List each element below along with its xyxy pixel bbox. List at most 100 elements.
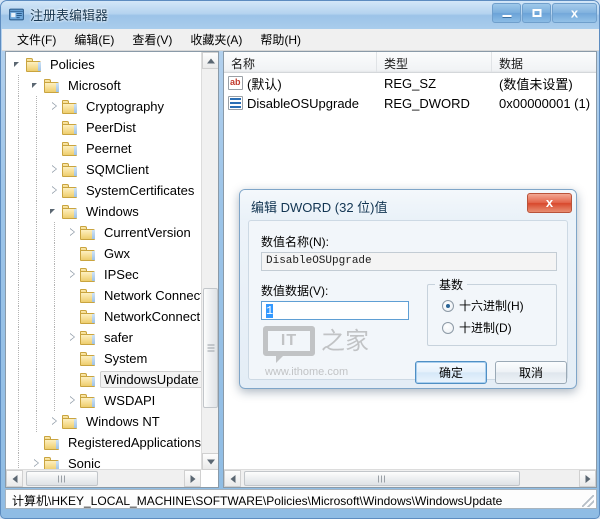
expand-arrow-icon[interactable] <box>66 331 79 344</box>
folder-icon <box>62 99 78 114</box>
tree-item-ipsec[interactable]: IPSec <box>6 264 201 285</box>
tree-guide-line <box>18 180 19 201</box>
tree-scroll-down-button[interactable] <box>202 453 218 470</box>
tree-item-windows[interactable]: Windows <box>6 201 201 222</box>
tree-item-label: Windows NT <box>86 414 160 429</box>
tree-item-network-connecti[interactable]: Network Connecti <box>6 285 201 306</box>
tree-guide-line <box>54 327 55 348</box>
expand-arrow-icon[interactable] <box>48 163 61 176</box>
list-hscroll-right-button[interactable] <box>579 470 596 487</box>
tree-guide-line <box>36 327 37 348</box>
tree-guide-line <box>18 117 19 138</box>
tree-guide-line <box>36 243 37 264</box>
tree-scroll-thumb[interactable] <box>203 288 218 408</box>
tree-guide-line <box>54 243 55 264</box>
table-row[interactable]: (默认) REG_SZ (数值未设置) <box>224 73 596 93</box>
menu-help[interactable]: 帮助(H) <box>251 29 310 50</box>
radio-hexadecimal[interactable]: 十六进制(H) <box>442 297 524 314</box>
menu-edit[interactable]: 编辑(E) <box>65 29 123 50</box>
tree-item-system[interactable]: System <box>6 348 201 369</box>
value-name-input[interactable]: DisableOSUpgrade <box>261 252 557 271</box>
expand-arrow-icon[interactable] <box>66 226 79 239</box>
tree-guide-line <box>18 243 19 264</box>
minimize-button[interactable] <box>492 3 521 23</box>
tree-item-peerdist[interactable]: PeerDist <box>6 117 201 138</box>
tree-guide-line <box>36 285 37 306</box>
list-hscroll-thumb[interactable] <box>244 471 520 486</box>
tree-item-wsdapi[interactable]: WSDAPI <box>6 390 201 411</box>
tree-item-windows-nt[interactable]: Windows NT <box>6 411 201 432</box>
maximize-button[interactable] <box>522 3 551 23</box>
minimize-icon <box>502 15 511 17</box>
collapse-arrow-icon[interactable] <box>30 79 43 92</box>
tree-item-registeredapplications[interactable]: RegisteredApplications <box>6 432 201 453</box>
expand-arrow-icon[interactable] <box>48 184 61 197</box>
tree-item-peernet[interactable]: Peernet <box>6 138 201 159</box>
tree-item-label: Sonic <box>68 456 101 470</box>
tree-vertical-scrollbar[interactable] <box>201 52 218 470</box>
folder-icon <box>62 204 78 219</box>
chevron-right-icon <box>585 474 590 483</box>
dialog-close-button[interactable] <box>527 193 572 213</box>
table-row[interactable]: DisableOSUpgrade REG_DWORD 0x00000001 (1) <box>224 93 596 113</box>
menu-view[interactable]: 查看(V) <box>123 29 181 50</box>
collapse-arrow-icon[interactable] <box>12 58 25 71</box>
tree-guide-line <box>36 159 37 180</box>
tree-item-gwx[interactable]: Gwx <box>6 243 201 264</box>
tree-item-label: NetworkConnectiv <box>104 309 201 324</box>
dialog-title: 编辑 DWORD (32 位)值 <box>251 200 388 215</box>
column-header-data[interactable]: 数据 <box>492 52 596 72</box>
menu-favorites[interactable]: 收藏夹(A) <box>181 29 251 50</box>
tree-guide-line <box>54 369 55 390</box>
window-title: 注册表编辑器 <box>30 8 109 23</box>
tree-guide-line <box>54 285 55 306</box>
registry-tree[interactable]: Policies Microsoft Cryptography PeerDist Pee… <box>6 52 201 470</box>
tree-item-label: WSDAPI <box>104 393 156 408</box>
close-button[interactable]: x <box>552 3 597 23</box>
tree-item-sonic[interactable]: Sonic <box>6 453 201 470</box>
menu-file[interactable]: 文件(F) <box>8 29 65 50</box>
resize-grip-icon[interactable] <box>582 495 594 507</box>
registry-path: 计算机\HKEY_LOCAL_MACHINE\SOFTWARE\Policies… <box>12 494 503 508</box>
tree-item-safer[interactable]: safer <box>6 327 201 348</box>
collapse-arrow-icon[interactable] <box>48 205 61 218</box>
tree-item-microsoft[interactable]: Microsoft <box>6 75 201 96</box>
tree-guide-line <box>18 159 19 180</box>
value-data-input[interactable]: 1 <box>261 301 409 320</box>
folder-icon <box>80 267 96 282</box>
tree-item-systemcertificates[interactable]: SystemCertificates <box>6 180 201 201</box>
tree-guide-line <box>54 222 55 243</box>
base-group-label: 基数 <box>435 276 468 293</box>
cancel-button[interactable]: 取消 <box>495 361 567 384</box>
radio-decimal[interactable]: 十进制(D) <box>442 319 512 336</box>
tree-item-label: SQMClient <box>86 162 149 177</box>
tree-hscroll-thumb[interactable] <box>26 471 98 486</box>
tree-item-sqmclient[interactable]: SQMClient <box>6 159 201 180</box>
list-hscroll-left-button[interactable] <box>224 470 241 487</box>
registry-tree-pane: Policies Microsoft Cryptography PeerDist Pee… <box>5 51 219 488</box>
folder-icon <box>44 435 60 450</box>
list-body: (默认) REG_SZ (数值未设置) DisableOSUpgrade REG_DWO… <box>224 73 596 113</box>
tree-hscroll-right-button[interactable] <box>184 470 201 487</box>
tree-scroll-up-button[interactable] <box>202 52 218 69</box>
expand-arrow-icon[interactable] <box>48 415 61 428</box>
expand-arrow-icon[interactable] <box>66 268 79 281</box>
tree-item-cryptography[interactable]: Cryptography <box>6 96 201 117</box>
list-horizontal-scrollbar[interactable] <box>224 469 596 487</box>
cell-type: REG_SZ <box>384 75 437 91</box>
tree-item-windowsupdate[interactable]: WindowsUpdate <box>6 369 201 390</box>
value-name: DisableOSUpgrade <box>247 95 360 111</box>
chevron-left-icon <box>12 474 17 483</box>
tree-item-networkconnectiv[interactable]: NetworkConnectiv <box>6 306 201 327</box>
tree-item-policies[interactable]: Policies <box>6 54 201 75</box>
column-header-name[interactable]: 名称 <box>224 52 377 72</box>
expand-arrow-icon[interactable] <box>48 100 61 113</box>
expand-arrow-icon[interactable] <box>66 394 79 407</box>
tree-item-currentversion[interactable]: CurrentVersion <box>6 222 201 243</box>
tree-hscroll-left-button[interactable] <box>6 470 23 487</box>
ok-button[interactable]: 确定 <box>415 361 487 384</box>
tree-horizontal-scrollbar[interactable] <box>6 469 201 487</box>
column-header-type[interactable]: 类型 <box>377 52 492 72</box>
